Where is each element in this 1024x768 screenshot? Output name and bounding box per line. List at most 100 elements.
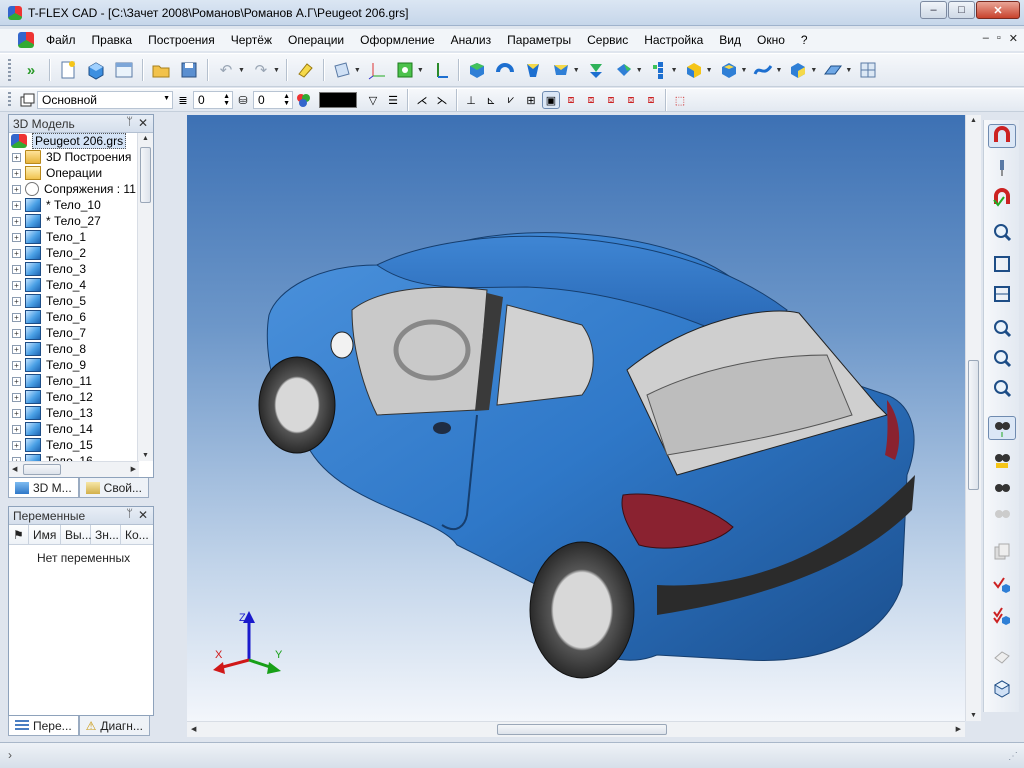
mdi-minimize-button[interactable]: –: [983, 32, 989, 45]
close-icon[interactable]: ✕: [138, 116, 148, 130]
tree-node[interactable]: + Тело_3: [9, 261, 137, 277]
shell-icon[interactable]: [717, 58, 741, 82]
tree-node[interactable]: + Тело_9: [9, 357, 137, 373]
new-assembly-icon[interactable]: [112, 58, 136, 82]
tab-3d-model[interactable]: 3D М...: [8, 478, 79, 498]
menu-drawing[interactable]: Чертёж: [223, 30, 280, 50]
scroll-up-icon[interactable]: ▲: [142, 135, 149, 142]
look-at-disabled-icon[interactable]: [988, 502, 1016, 526]
snap-body-6-icon[interactable]: ⧈: [642, 91, 660, 109]
expand-icon[interactable]: +: [12, 312, 21, 322]
snap-body-4-icon[interactable]: ⧈: [602, 91, 620, 109]
tree-node[interactable]: + * Тело_10: [9, 197, 137, 213]
fit-all-icon[interactable]: [988, 252, 1016, 276]
snap-vertex-icon[interactable]: ⊥: [462, 91, 480, 109]
tab-properties[interactable]: Свой...: [78, 478, 149, 498]
surface-icon[interactable]: [751, 58, 775, 82]
tree-node[interactable]: + Сопряжения : 11: [9, 181, 137, 197]
scroll-left-icon[interactable]: ◀: [12, 465, 17, 473]
layer-select[interactable]: Основной ▼: [37, 91, 173, 109]
expand-icon[interactable]: +: [12, 392, 21, 402]
copy-disabled-icon[interactable]: [988, 540, 1016, 564]
model-tree-hscrollbar[interactable]: ◀ ▶: [9, 461, 139, 477]
line-width-input[interactable]: 0 ▲ ▼: [193, 91, 233, 109]
expand-icon[interactable]: +: [12, 328, 21, 338]
menu-service[interactable]: Сервис: [579, 30, 636, 50]
close-button[interactable]: ✕: [976, 1, 1020, 19]
filter-list-icon[interactable]: ☰: [384, 91, 402, 109]
zoom-in-icon[interactable]: [988, 316, 1016, 340]
snap-face-icon[interactable]: ⊞: [522, 91, 540, 109]
tree-node[interactable]: +3D Построения: [9, 149, 137, 165]
expand-icon[interactable]: +: [12, 376, 21, 386]
column-expression[interactable]: Вы...: [61, 525, 92, 544]
tab-variables[interactable]: Пере...: [8, 716, 79, 736]
3d-viewport[interactable]: Z X Y: [187, 115, 965, 721]
scroll-thumb[interactable]: [140, 147, 151, 203]
sweep-icon[interactable]: [549, 58, 573, 82]
snap-body-5-icon[interactable]: ⧈: [622, 91, 640, 109]
chevron-down-icon[interactable]: ▼: [810, 67, 817, 74]
pin-icon[interactable]: ᛘ: [126, 508, 133, 520]
chevron-down-icon[interactable]: ▼: [163, 95, 170, 102]
expand-icon[interactable]: +: [12, 440, 21, 450]
chevron-down-icon[interactable]: ▼: [238, 67, 245, 74]
column-comment[interactable]: Ко...: [121, 525, 153, 544]
look-at-icon[interactable]: [988, 476, 1016, 500]
expand-icon[interactable]: +: [12, 280, 21, 290]
ruled-surface-icon[interactable]: [821, 58, 845, 82]
chevron-down-icon[interactable]: ▼: [741, 67, 748, 74]
tree-node[interactable]: + Тело_12: [9, 389, 137, 405]
color-palette-icon[interactable]: [294, 91, 312, 109]
tab-diagnostics[interactable]: ⚠ Диагн...: [78, 716, 150, 736]
color-swatch[interactable]: [319, 92, 357, 108]
magnet-snap-icon[interactable]: [988, 124, 1016, 148]
toolbar-grip[interactable]: [8, 58, 11, 82]
snap-edge-icon[interactable]: ⊾: [482, 91, 500, 109]
expand-icon[interactable]: +: [12, 216, 21, 226]
expand-icon[interactable]: +: [12, 248, 21, 258]
chevron-down-icon[interactable]: ▼: [573, 67, 580, 74]
chevron-down-icon[interactable]: ▼: [845, 67, 852, 74]
eraser-icon[interactable]: [293, 58, 317, 82]
chevron-down-icon[interactable]: ▼: [273, 67, 280, 74]
scroll-down-icon[interactable]: ▼: [142, 452, 149, 459]
tree-node[interactable]: + Операции: [9, 165, 137, 181]
expand-icon[interactable]: +: [12, 360, 21, 370]
menu-operations[interactable]: Операции: [280, 30, 352, 50]
menu-edit[interactable]: Правка: [84, 30, 141, 50]
expand-icon[interactable]: +: [12, 184, 21, 194]
model-tree-vscrollbar[interactable]: ▲ ▼: [137, 133, 153, 461]
open-file-icon[interactable]: [149, 58, 173, 82]
mesh-icon[interactable]: [856, 58, 880, 82]
menu-help[interactable]: ?: [793, 30, 816, 50]
tree-node[interactable]: + Тело_13: [9, 405, 137, 421]
tree-node[interactable]: + Тело_8: [9, 341, 137, 357]
expand-icon[interactable]: +: [12, 232, 21, 242]
plane-disabled-icon[interactable]: [988, 644, 1016, 668]
close-icon[interactable]: ✕: [138, 508, 148, 522]
view-cube-icon[interactable]: [988, 676, 1016, 700]
mdi-close-button[interactable]: ✕: [1009, 32, 1018, 45]
expand-icon[interactable]: +: [12, 264, 21, 274]
rotate-icon[interactable]: [493, 58, 517, 82]
check-cubes-icon[interactable]: [988, 604, 1016, 628]
tree-node[interactable]: + Тело_4: [9, 277, 137, 293]
chevron-down-icon[interactable]: ▼: [671, 67, 678, 74]
zoom-window-icon[interactable]: [988, 220, 1016, 244]
tree-node[interactable]: + Тело_5: [9, 293, 137, 309]
snap-curve-icon[interactable]: ⩗: [502, 91, 520, 109]
menu-construct[interactable]: Построения: [140, 30, 223, 50]
tree-node[interactable]: + Тело_14: [9, 421, 137, 437]
select-all-icon[interactable]: ⬚: [671, 91, 689, 109]
level-input[interactable]: 0 ▲ ▼: [253, 91, 293, 109]
expand-icon[interactable]: +: [12, 408, 21, 418]
mdi-restore-button[interactable]: ▫: [997, 32, 1001, 45]
snap-body-2-icon[interactable]: ⧈: [562, 91, 580, 109]
scroll-up-icon[interactable]: ▲: [970, 117, 977, 124]
expand-icon[interactable]: +: [12, 200, 21, 210]
fillet-icon[interactable]: [612, 58, 636, 82]
zoom-out-icon[interactable]: [988, 346, 1016, 370]
cube-section-icon[interactable]: [786, 58, 810, 82]
document-icon[interactable]: [18, 32, 34, 48]
